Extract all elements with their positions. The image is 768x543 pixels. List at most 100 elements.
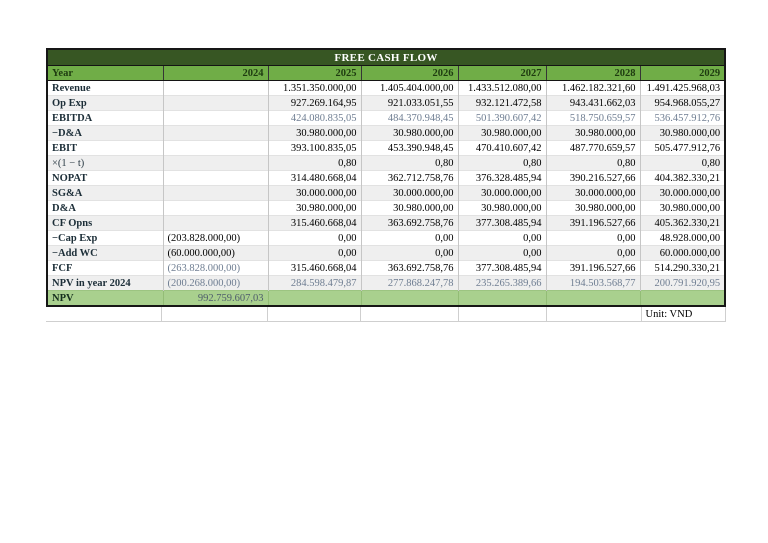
value-cell-2027: 0,00 [457, 230, 546, 246]
value-cell-2026: 0,80 [360, 155, 458, 171]
value-cell-2024: (200.268.000,00) [162, 275, 268, 291]
value-cell-2028: 487.770.659,57 [545, 140, 640, 156]
value-cell-2026: 1.405.404.000,00 [360, 80, 458, 96]
table-row: NPV in year 2024 (200.268.000,00) 284.598.… [48, 275, 725, 291]
empty-cell [457, 307, 548, 322]
value-cell-2026: 484.370.948,45 [360, 110, 458, 126]
below-table-row: Unit: VND [46, 307, 727, 322]
table-row: −D&A 30.980.000,00 30.980.000,00 30.980.000… [48, 125, 725, 141]
row-label: EBITDA [48, 110, 163, 126]
value-cell-2025: 927.269.164,95 [267, 95, 361, 111]
table-row: −Add WC (60.000.000,00) 0,00 0,00 0,00 0,00 60… [48, 245, 725, 261]
table-row: FCF (263.828.000,00) 315.460.668,04 363.692… [48, 260, 725, 276]
value-cell-2027: 30.980.000,00 [457, 125, 546, 141]
value-cell-2025 [267, 290, 361, 305]
value-cell-2025: 1.351.350.000,00 [267, 80, 361, 96]
row-label: −Cap Exp [48, 230, 163, 246]
value-cell-2028: 194.503.568,77 [545, 275, 640, 291]
value-cell-2028: 30.980.000,00 [545, 125, 640, 141]
value-cell-2027 [457, 290, 546, 305]
year-header-2025: 2025 [267, 65, 361, 81]
value-cell-2028: 1.462.182.321,60 [545, 80, 640, 96]
value-cell-2029: 30.000.000,00 [639, 185, 725, 201]
value-cell-2027: 377.308.485,94 [457, 215, 546, 231]
row-label: Op Exp [48, 95, 163, 111]
value-cell-2028: 391.196.527,66 [545, 260, 640, 276]
table-row: −Cap Exp (203.828.000,00) 0,00 0,00 0,00 0,00… [48, 230, 725, 246]
value-cell-2029: 954.968.055,27 [639, 95, 725, 111]
value-cell-2025: 30.980.000,00 [267, 200, 361, 216]
value-cell-2026: 363.692.758,76 [360, 215, 458, 231]
value-cell-2026: 362.712.758,76 [360, 170, 458, 186]
value-cell-2029: 30.980.000,00 [639, 125, 725, 141]
value-cell-2026: 277.868.247,78 [360, 275, 458, 291]
value-cell-2024 [162, 125, 268, 141]
row-label: CF Opns [48, 215, 163, 231]
value-cell-2029: 1.491.425.968,03 [639, 80, 725, 96]
value-cell-2024: (203.828.000,00) [162, 230, 268, 246]
value-cell-2029: 405.362.330,21 [639, 215, 725, 231]
value-cell-2027: 377.308.485,94 [457, 260, 546, 276]
value-cell-2028: 0,00 [545, 230, 640, 246]
value-cell-2024 [162, 185, 268, 201]
table-row: NOPAT 314.480.668,04 362.712.758,76 376.328… [48, 170, 725, 186]
value-cell-2024 [162, 200, 268, 216]
value-cell-2027: 470.410.607,42 [457, 140, 546, 156]
year-header-row: Year 2024 2025 2026 2027 2028 2029 [48, 65, 725, 81]
value-cell-2024 [162, 95, 268, 111]
value-cell-2025: 0,00 [267, 230, 361, 246]
value-cell-2027: 30.980.000,00 [457, 200, 546, 216]
value-cell-2024 [162, 110, 268, 126]
empty-cell [46, 307, 163, 322]
value-cell-2029: 505.477.912,76 [639, 140, 725, 156]
value-cell-2027: 501.390.607,42 [457, 110, 546, 126]
value-cell-2026: 30.000.000,00 [360, 185, 458, 201]
free-cash-flow-table: FREE CASH FLOW Year 2024 2025 2026 2027 2028 2… [48, 50, 725, 305]
table-row: NPV 992.759.607,03 [48, 290, 725, 305]
value-cell-2029: 48.928.000,00 [639, 230, 725, 246]
value-cell-2026: 30.980.000,00 [360, 200, 458, 216]
year-header-2026: 2026 [360, 65, 458, 81]
value-cell-2026 [360, 290, 458, 305]
table-title: FREE CASH FLOW [48, 50, 725, 66]
value-cell-2024: 992.759.607,03 [162, 290, 268, 305]
value-cell-2028 [545, 290, 640, 305]
value-cell-2026: 921.033.051,55 [360, 95, 458, 111]
value-cell-2026: 0,00 [360, 245, 458, 261]
value-cell-2025: 284.598.479,87 [267, 275, 361, 291]
unit-row: Unit: VND [46, 307, 727, 322]
value-cell-2024: (60.000.000,00) [162, 245, 268, 261]
value-cell-2029: 0,80 [639, 155, 725, 171]
value-cell-2028: 30.000.000,00 [545, 185, 640, 201]
year-header-2027: 2027 [457, 65, 546, 81]
table-body: Revenue 1.351.350.000,00 1.405.404.000,00 1… [48, 80, 725, 305]
value-cell-2027: 235.265.389,66 [457, 275, 546, 291]
value-cell-2028: 943.431.662,03 [545, 95, 640, 111]
value-cell-2028: 0,00 [545, 245, 640, 261]
value-cell-2024 [162, 170, 268, 186]
row-label: EBIT [48, 140, 163, 156]
value-cell-2025: 314.480.668,04 [267, 170, 361, 186]
value-cell-2025: 0,00 [267, 245, 361, 261]
value-cell-2025: 393.100.835,05 [267, 140, 361, 156]
table-row: CF Opns 315.460.668,04 363.692.758,76 377.3… [48, 215, 725, 231]
table-row: ×(1 − t) 0,80 0,80 0,80 0,80 0,80 [48, 155, 725, 171]
year-header-label: Year [48, 65, 163, 81]
value-cell-2029: 60.000.000,00 [639, 245, 725, 261]
value-cell-2029 [639, 290, 725, 305]
row-label: NPV in year 2024 [48, 275, 163, 291]
row-label: ×(1 − t) [48, 155, 163, 171]
row-label: SG&A [48, 185, 163, 201]
value-cell-2024 [162, 155, 268, 171]
value-cell-2029: 536.457.912,76 [639, 110, 725, 126]
value-cell-2027: 376.328.485,94 [457, 170, 546, 186]
value-cell-2028: 0,80 [545, 155, 640, 171]
value-cell-2029: 404.382.330,21 [639, 170, 725, 186]
unit-note: Unit: VND [640, 307, 727, 322]
table-row: Op Exp 927.269.164,95 921.033.051,55 932.12… [48, 95, 725, 111]
value-cell-2024 [162, 215, 268, 231]
year-header-2029: 2029 [639, 65, 725, 81]
spreadsheet-area: FREE CASH FLOW Year 2024 2025 2026 2027 2028 2… [46, 48, 727, 322]
year-header-2024: 2024 [162, 65, 268, 81]
value-cell-2025: 30.000.000,00 [267, 185, 361, 201]
